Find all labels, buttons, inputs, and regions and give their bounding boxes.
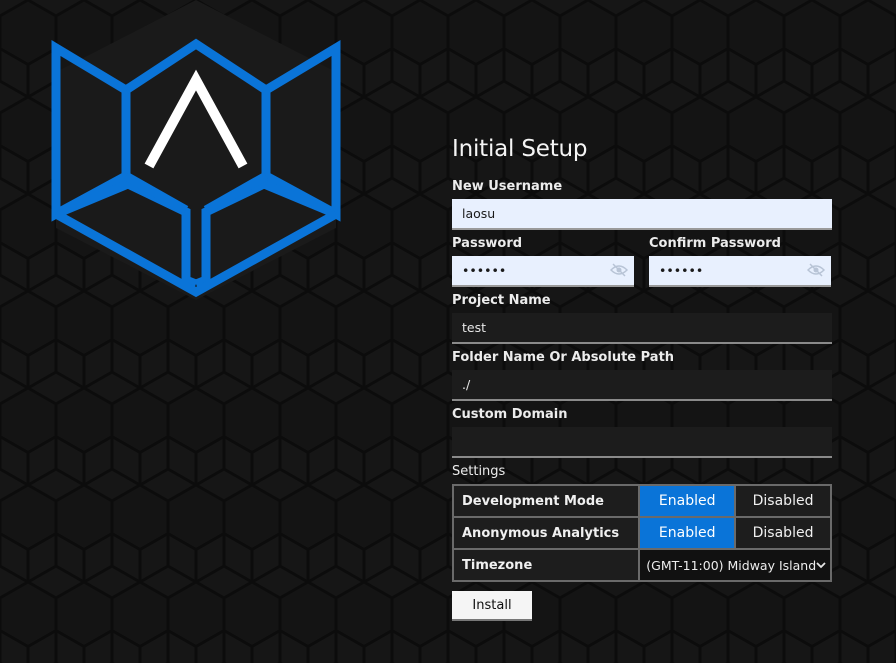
analytics-label: Anonymous Analytics: [451, 516, 641, 550]
timezone-label: Timezone: [451, 548, 641, 582]
chevron-down-icon: [816, 561, 826, 569]
hexagon-shield-logo: [51, 0, 341, 300]
username-label: New Username: [452, 179, 563, 194]
settings-label: Settings: [452, 464, 506, 479]
page-title: Initial Setup: [452, 136, 588, 162]
dev-mode-row: Development Mode Enabled Disabled: [451, 484, 832, 518]
timezone-value: (GMT-11:00) Midway Island: [646, 557, 817, 573]
password-input[interactable]: ••••••: [452, 256, 634, 287]
analytics-disabled-button[interactable]: Disabled: [734, 516, 832, 550]
analytics-row: Anonymous Analytics Enabled Disabled: [451, 516, 832, 550]
setup-form: Initial Setup: [452, 134, 832, 164]
dev-mode-disabled-button[interactable]: Disabled: [734, 484, 832, 518]
eye-slash-icon[interactable]: [610, 263, 628, 277]
confirm-password-input[interactable]: ••••••: [649, 256, 831, 287]
confirm-password-value: ••••••: [659, 263, 704, 278]
confirm-password-label: Confirm Password: [649, 236, 781, 251]
folder-label: Folder Name Or Absolute Path: [452, 350, 675, 365]
folder-path-input[interactable]: [452, 370, 832, 401]
install-button[interactable]: Install: [452, 591, 532, 621]
password-value: ••••••: [462, 263, 507, 278]
username-input[interactable]: [452, 199, 832, 230]
custom-domain-input[interactable]: [452, 427, 832, 458]
timezone-row: Timezone (GMT-11:00) Midway Island: [451, 548, 832, 582]
custom-domain-label: Custom Domain: [452, 407, 568, 422]
project-name-input[interactable]: [452, 313, 832, 344]
timezone-select[interactable]: (GMT-11:00) Midway Island: [638, 548, 832, 582]
dev-mode-enabled-button[interactable]: Enabled: [638, 484, 737, 518]
dev-mode-label: Development Mode: [451, 484, 641, 518]
password-label: Password: [452, 236, 523, 251]
analytics-enabled-button[interactable]: Enabled: [638, 516, 737, 550]
settings-table: Development Mode Enabled Disabled Anonym…: [451, 484, 832, 582]
eye-slash-icon[interactable]: [807, 263, 825, 277]
project-name-label: Project Name: [452, 293, 551, 308]
